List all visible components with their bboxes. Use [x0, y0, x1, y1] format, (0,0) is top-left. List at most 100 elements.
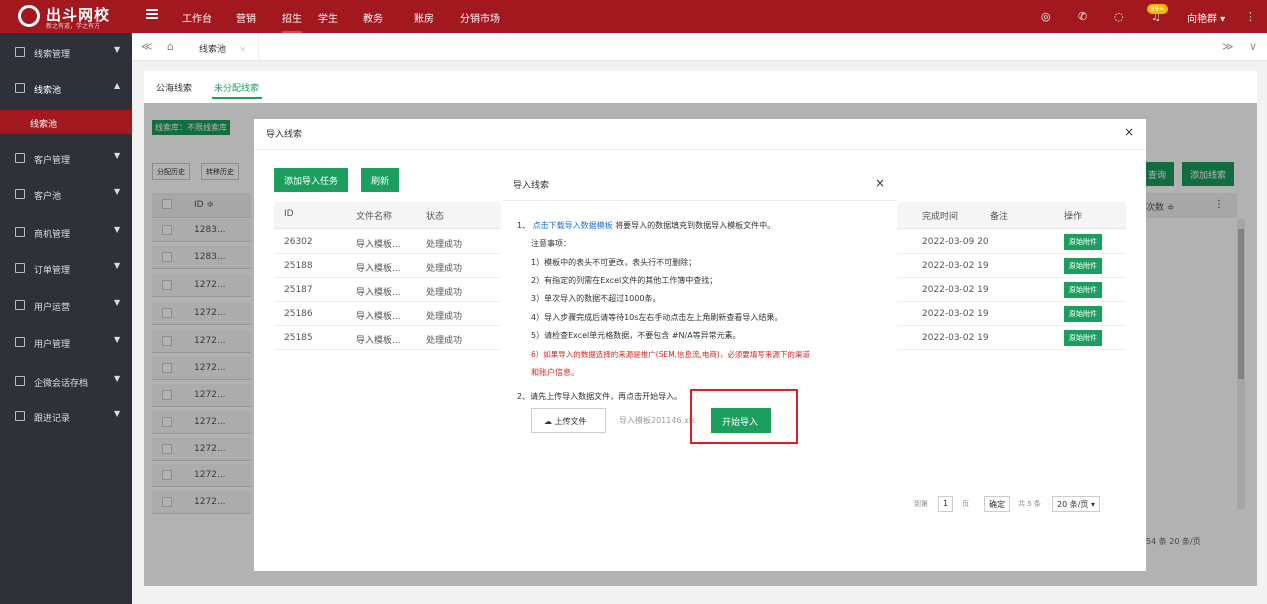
- pager-size-select[interactable]: 20 条/页 ▾: [1052, 496, 1100, 512]
- cell-id: 25187: [284, 285, 313, 295]
- tabs-back-icon[interactable]: ≪: [141, 40, 153, 53]
- sidebar-item-opportunities[interactable]: 商机管理 ▼: [0, 215, 132, 251]
- tab-bar: ≪ ⌂ 线索池 × ≫ ∨: [132, 33, 1267, 61]
- nav-workbench[interactable]: 工作台: [182, 10, 212, 25]
- step1-text: 1、 点击下载导入数据模板 将要导入的数据填充到数据导入模板文件中。: [517, 220, 775, 231]
- pager-confirm-button[interactable]: 确定: [984, 496, 1010, 512]
- close-icon[interactable]: ×: [1124, 125, 1134, 139]
- message-icon[interactable]: ◎: [1041, 10, 1051, 23]
- cell-id: 25188: [284, 261, 313, 271]
- original-attachment-button[interactable]: 原始附件: [1064, 282, 1102, 298]
- cell-finish-time: 2022-03-09 20: [922, 237, 989, 247]
- sidebar-subitem-label: 线索池: [30, 120, 58, 130]
- column-header-status: 状态: [426, 212, 445, 222]
- step2-text: 2、请先上传导入数据文件，再点击开始导入。: [517, 392, 683, 401]
- warning-text: 和账户信息。: [531, 368, 579, 377]
- cell-file-name: 导入模板...: [356, 312, 401, 322]
- sidebar-item-lead-pool[interactable]: 线索池 ▲: [0, 71, 132, 107]
- followup-icon: [15, 411, 25, 421]
- nav-accounts[interactable]: 账房: [414, 10, 434, 25]
- user-menu[interactable]: 向艳群 ▾: [1187, 10, 1225, 25]
- phone-icon[interactable]: ✆: [1078, 10, 1087, 23]
- sidebar-item-customer-pool[interactable]: 客户池 ▼: [0, 177, 132, 213]
- notification-badge: 99+: [1147, 4, 1168, 14]
- archive-icon: [15, 376, 25, 386]
- chat-icon[interactable]: ◌: [1114, 10, 1124, 23]
- tab-public-leads[interactable]: 公海线索: [156, 81, 192, 94]
- tabs-more-icon[interactable]: ∨: [1249, 40, 1257, 53]
- chevron-down-icon: ▼: [114, 45, 121, 54]
- close-icon[interactable]: ×: [875, 176, 885, 190]
- add-import-task-button[interactable]: 添加导入任务: [274, 168, 349, 192]
- list-icon: [15, 47, 25, 57]
- column-header-remark: 备注: [990, 212, 1009, 222]
- notes-title: 注意事项：: [531, 239, 571, 248]
- divider: [254, 149, 1146, 150]
- customer-pool-icon: [15, 189, 25, 199]
- sidebar-subitem-lead-pool[interactable]: 线索池: [0, 110, 132, 134]
- chevron-down-icon: ▼: [114, 374, 121, 383]
- chevron-down-icon: ▼: [114, 225, 121, 234]
- sidebar-item-orders[interactable]: 订单管理 ▼: [0, 251, 132, 287]
- sidebar-item-label: 商机管理: [34, 230, 71, 240]
- sidebar-item-label: 线索管理: [34, 50, 71, 60]
- note-item: 4）导入步骤完成后请等待10s左右手动点击左上角刷新查看导入结果。: [531, 313, 783, 322]
- cell-status: 处理成功: [426, 312, 463, 322]
- original-attachment-button[interactable]: 原始附件: [1064, 306, 1102, 322]
- import-instructions-dialog: 导入线索 × 1、 点击下载导入数据模板 将要导入的数据填充到数据导入模板文件中…: [501, 168, 897, 549]
- chevron-down-icon: ▼: [114, 151, 121, 160]
- logo-icon: [18, 5, 40, 27]
- sidebar-item-label: 企微会话存档: [34, 379, 89, 389]
- highlight-box: [690, 389, 798, 444]
- logo[interactable]: 出斗网校 新之有道，学之有方: [18, 4, 128, 30]
- upload-file-label: 上传文件: [554, 417, 587, 426]
- active-tab-underline: [212, 97, 262, 99]
- cell-finish-time: 2022-03-02 19: [922, 333, 989, 343]
- close-icon[interactable]: ×: [239, 45, 247, 55]
- original-attachment-button[interactable]: 原始附件: [1064, 330, 1102, 346]
- original-attachment-button[interactable]: 原始附件: [1064, 258, 1102, 274]
- pager-goto-label: 到第: [914, 500, 928, 508]
- tab-label: 线索池: [199, 45, 227, 55]
- warning-text: 6）如果导入的数据选择的来源是推广(SEM,信息流,电商)，必须要填写来源下的渠…: [531, 350, 810, 359]
- tab-unassigned-leads[interactable]: 未分配线索: [214, 81, 259, 94]
- chevron-down-icon: ▼: [114, 335, 121, 344]
- sidebar-item-label: 用户管理: [34, 340, 71, 350]
- column-header-actions: 操作: [1064, 212, 1083, 222]
- cell-finish-time: 2022-03-02 19: [922, 261, 989, 271]
- nav-students[interactable]: 学生: [318, 10, 338, 25]
- chevron-down-icon: ▼: [114, 261, 121, 270]
- sidebar-item-user-ops[interactable]: 用户运营 ▼: [0, 288, 132, 324]
- sidebar-item-label: 客户池: [34, 192, 62, 202]
- column-header-file-name: 文件名称: [356, 212, 393, 222]
- nav-marketing[interactable]: 营销: [236, 10, 256, 25]
- tab-lead-pool[interactable]: 线索池 ×: [187, 33, 260, 60]
- download-template-link[interactable]: 点击下载导入数据模板: [533, 221, 613, 230]
- pager-page-input[interactable]: 1: [938, 496, 954, 512]
- nav-academic[interactable]: 教务: [363, 10, 383, 25]
- sidebar-item-customers[interactable]: 客户管理 ▼: [0, 141, 132, 177]
- nav-enrollment[interactable]: 招生: [282, 10, 302, 34]
- cell-status: 处理成功: [426, 336, 463, 346]
- more-vertical-icon[interactable]: ⋮: [1245, 10, 1256, 23]
- sidebar-item-label: 用户运营: [34, 303, 71, 313]
- nav-distribution-market[interactable]: 分销市场: [460, 10, 500, 25]
- home-icon[interactable]: ⌂: [167, 40, 174, 53]
- upload-file-button[interactable]: ☁ 上传文件: [531, 408, 606, 433]
- chevron-down-icon: ▼: [114, 187, 121, 196]
- opportunity-icon: [15, 227, 25, 237]
- refresh-button[interactable]: 刷新: [361, 168, 400, 192]
- cell-file-name: 导入模板...: [356, 240, 401, 250]
- sidebar-item-leads[interactable]: 线索管理 ▼: [0, 35, 132, 71]
- tabs-forward-icon[interactable]: ≫: [1222, 40, 1234, 53]
- sidebar-item-users[interactable]: 用户管理 ▼: [0, 325, 132, 361]
- menu-toggle-icon[interactable]: [146, 9, 158, 19]
- sidebar-item-wecom-archive[interactable]: 企微会话存档 ▼: [0, 364, 132, 400]
- chevron-down-icon: ▼: [114, 409, 121, 418]
- sidebar-item-followups[interactable]: 跟进记录 ▼: [0, 399, 132, 435]
- cell-id: 26302: [284, 237, 313, 247]
- logo-slogan: 新之有道，学之有方: [46, 23, 101, 30]
- original-attachment-button[interactable]: 原始附件: [1064, 234, 1102, 250]
- selected-file-name: 导入模板201146.xls: [619, 416, 696, 425]
- note-item: 2）有指定的列需在Excel文件的其他工作簿中查找；: [531, 276, 718, 285]
